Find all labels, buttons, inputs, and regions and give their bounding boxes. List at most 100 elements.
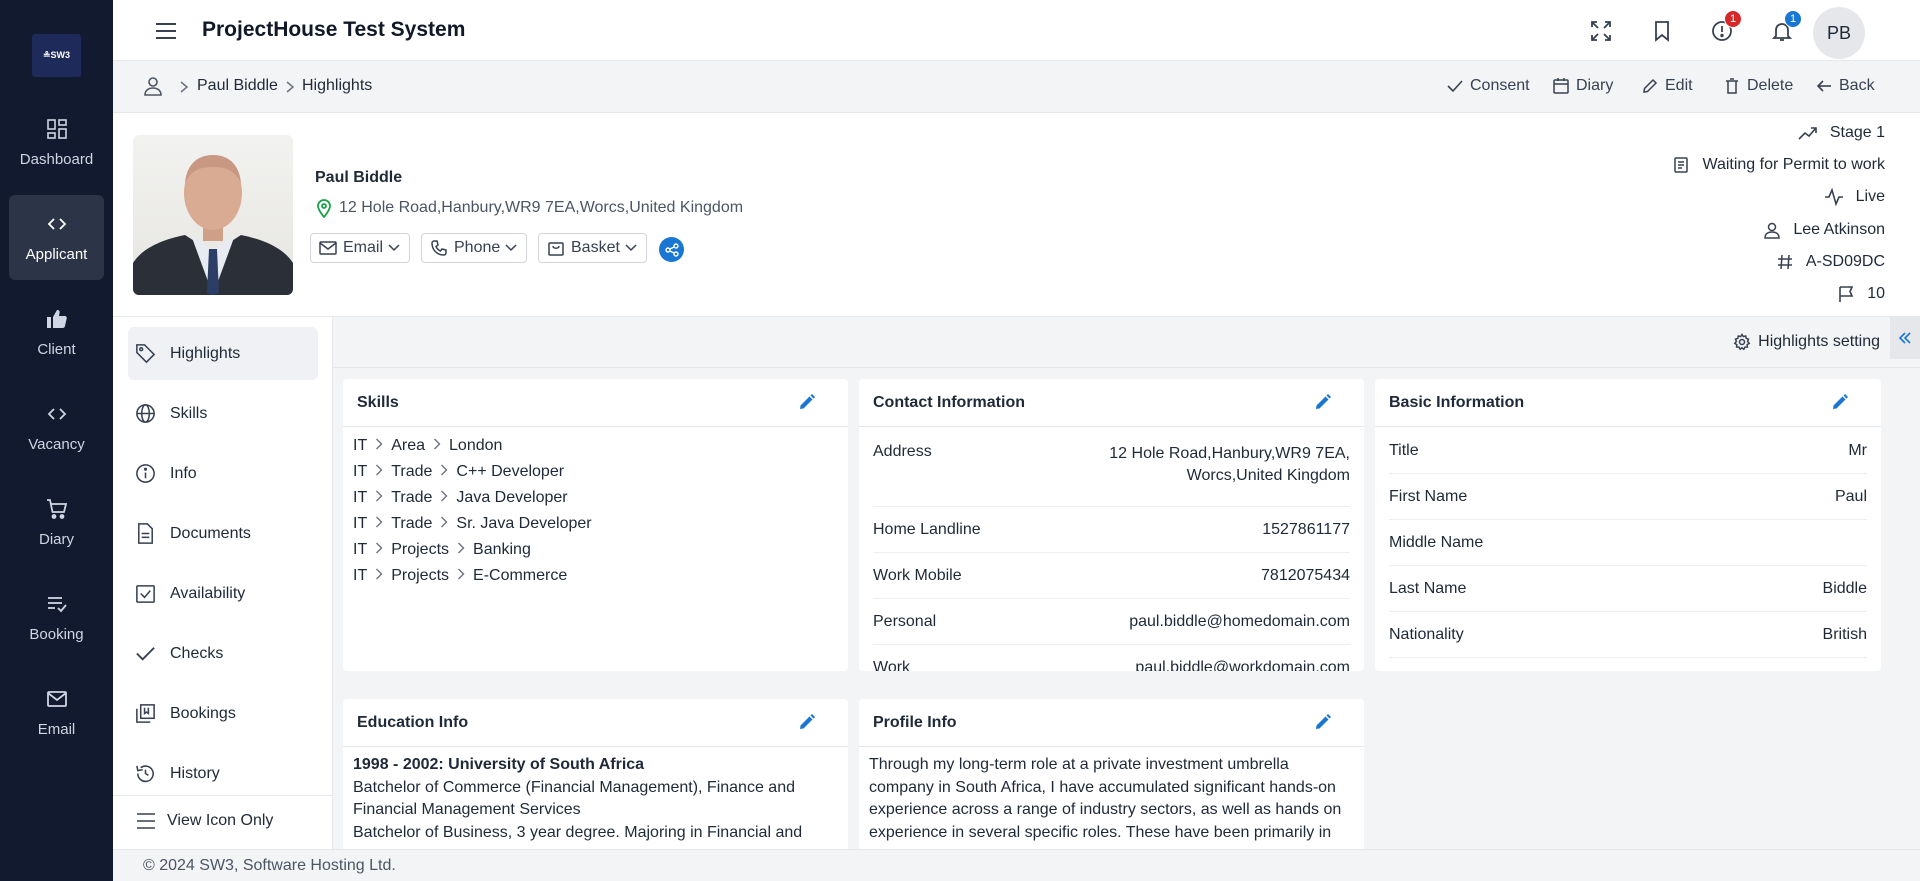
subnav-checks[interactable]: Checks: [128, 627, 318, 680]
field-value: Biddle: [1822, 580, 1867, 597]
subnav-skills[interactable]: Skills: [128, 387, 318, 440]
skill-path-row: IT Trade C++ Developer: [353, 463, 564, 481]
person-icon[interactable]: [143, 75, 163, 97]
user-avatar[interactable]: PB: [1813, 7, 1865, 59]
pencil-icon[interactable]: [798, 713, 816, 731]
fullscreen-button[interactable]: [1589, 19, 1613, 48]
email-dropdown[interactable]: Email: [310, 233, 411, 263]
subnav-label: Highlights: [170, 344, 241, 362]
profile-info-card: Profile Info Through my long-term role a…: [859, 699, 1364, 849]
share-button[interactable]: [659, 237, 684, 262]
notifications-badge: 1: [1784, 10, 1802, 28]
subnav-info[interactable]: Info: [128, 447, 318, 500]
skill-path-row: IT Projects Banking: [353, 541, 531, 559]
chevron-down-icon: [625, 244, 637, 252]
chevron-right-icon: [286, 81, 295, 93]
code-icon: [47, 218, 66, 230]
user-icon: [1764, 222, 1781, 239]
brand-logo[interactable]: ≗SW3: [32, 34, 81, 77]
breadcrumb-current-page: Highlights: [302, 77, 373, 94]
nav-client[interactable]: Client: [9, 290, 104, 375]
list-icon: [137, 813, 155, 829]
contact-card-header: Contact Information: [859, 379, 1364, 427]
back-button[interactable]: Back: [1815, 77, 1875, 95]
consent-button[interactable]: Consent: [1446, 77, 1530, 95]
subnav-availability[interactable]: Availability: [128, 567, 318, 620]
basic-info-row: Nationality British: [1389, 612, 1867, 658]
field-label: Nationality: [1389, 626, 1464, 643]
document-icon: [138, 523, 153, 544]
delete-label: Delete: [1747, 77, 1794, 94]
globe-icon: [136, 404, 155, 423]
basket-dropdown[interactable]: Basket: [538, 233, 647, 263]
skill-segment: Area: [391, 437, 426, 454]
status-indicator: Waiting for Permit to work: [1672, 156, 1885, 174]
contact-row: Personal paul.biddle@homedomain.com: [873, 599, 1350, 645]
pencil-icon[interactable]: [1314, 713, 1332, 731]
nav-vacancy[interactable]: Vacancy: [9, 385, 104, 470]
flags-indicator: 10: [1837, 285, 1885, 303]
field-label: Work: [873, 659, 911, 671]
skill-segment: IT: [353, 567, 368, 584]
nav-applicant[interactable]: Applicant: [9, 195, 104, 280]
nav-dashboard[interactable]: Dashboard: [9, 100, 104, 185]
subnav-bookings[interactable]: Bookings: [128, 687, 318, 740]
list-check-icon: [47, 597, 67, 613]
pencil-icon: [1643, 78, 1658, 93]
app-root: ≗SW3 Dashboard Applicant Client Vacancy …: [0, 0, 1920, 881]
skill-segment: IT: [353, 437, 368, 454]
bookmark-button[interactable]: [1650, 19, 1674, 48]
phone-dropdown[interactable]: Phone: [421, 233, 528, 263]
collapse-panel-button[interactable]: [1890, 317, 1920, 359]
highlights-setting-button[interactable]: Highlights setting: [1733, 333, 1880, 351]
breadcrumb-bar: Paul Biddle Highlights Consent Diary Edi…: [113, 61, 1920, 113]
contact-row-address: Address 12 Hole Road,Hanbury,WR9 7EA, Wo…: [873, 443, 1350, 507]
email-dropdown-label: Email: [343, 239, 384, 256]
contact-address-line2: Worcs,United Kingdom: [1186, 467, 1350, 484]
back-label: Back: [1839, 77, 1875, 94]
diary-label: Diary: [1576, 77, 1614, 94]
delete-button[interactable]: Delete: [1723, 77, 1793, 95]
bookings-icon: [136, 704, 155, 723]
skill-path-row: IT Area London: [353, 437, 502, 455]
field-value: paul.biddle@homedomain.com: [1129, 613, 1350, 630]
contact-row: Work Mobile 7812075434: [873, 553, 1350, 599]
edit-button[interactable]: Edit: [1641, 77, 1693, 95]
hamburger-menu-icon[interactable]: [155, 20, 177, 42]
field-value: Mr: [1848, 442, 1867, 459]
notifications-button[interactable]: 1: [1770, 10, 1802, 48]
field-label: Title: [1389, 442, 1419, 459]
chevron-right-icon: [375, 489, 383, 507]
diary-button[interactable]: Diary: [1552, 77, 1613, 95]
education-info-card: Education Info 1998 - 2002: University o…: [343, 699, 848, 849]
field-label: Home Landline: [873, 521, 981, 538]
pencil-icon[interactable]: [1831, 393, 1849, 411]
subnav-highlights[interactable]: Highlights: [128, 327, 318, 380]
nav-diary[interactable]: Diary: [9, 480, 104, 565]
pencil-icon[interactable]: [1314, 393, 1332, 411]
tag-icon: [136, 344, 156, 364]
skill-segment: Sr. Java Developer: [456, 515, 592, 532]
chevron-right-icon: [375, 541, 383, 559]
document-status-icon: [1674, 157, 1689, 173]
applicant-subnav: Highlights Skills Info Documents Availab…: [113, 317, 333, 849]
chevron-right-icon: [440, 489, 448, 507]
basic-card-title: Basic Information: [1389, 393, 1525, 411]
field-label: Middle Name: [1389, 534, 1484, 551]
nav-email[interactable]: Email: [9, 670, 104, 755]
chevron-right-icon: [375, 515, 383, 533]
view-icon-only-toggle[interactable]: View Icon Only: [113, 795, 332, 849]
skill-segment: Trade: [391, 463, 433, 480]
chevron-right-icon: [457, 541, 465, 559]
nav-booking[interactable]: Booking: [9, 575, 104, 660]
field-value: British: [1822, 626, 1867, 643]
subnav-history[interactable]: History: [128, 747, 318, 800]
pencil-icon[interactable]: [798, 393, 816, 411]
breadcrumb-applicant-name[interactable]: Paul Biddle: [197, 77, 278, 95]
alerts-button[interactable]: 1: [1710, 10, 1742, 48]
field-value: Paul: [1834, 488, 1867, 505]
double-chevron-left-icon: [1898, 332, 1911, 344]
nav-label: Booking: [29, 626, 84, 643]
gear-icon: [1733, 333, 1751, 351]
subnav-documents[interactable]: Documents: [128, 507, 318, 560]
